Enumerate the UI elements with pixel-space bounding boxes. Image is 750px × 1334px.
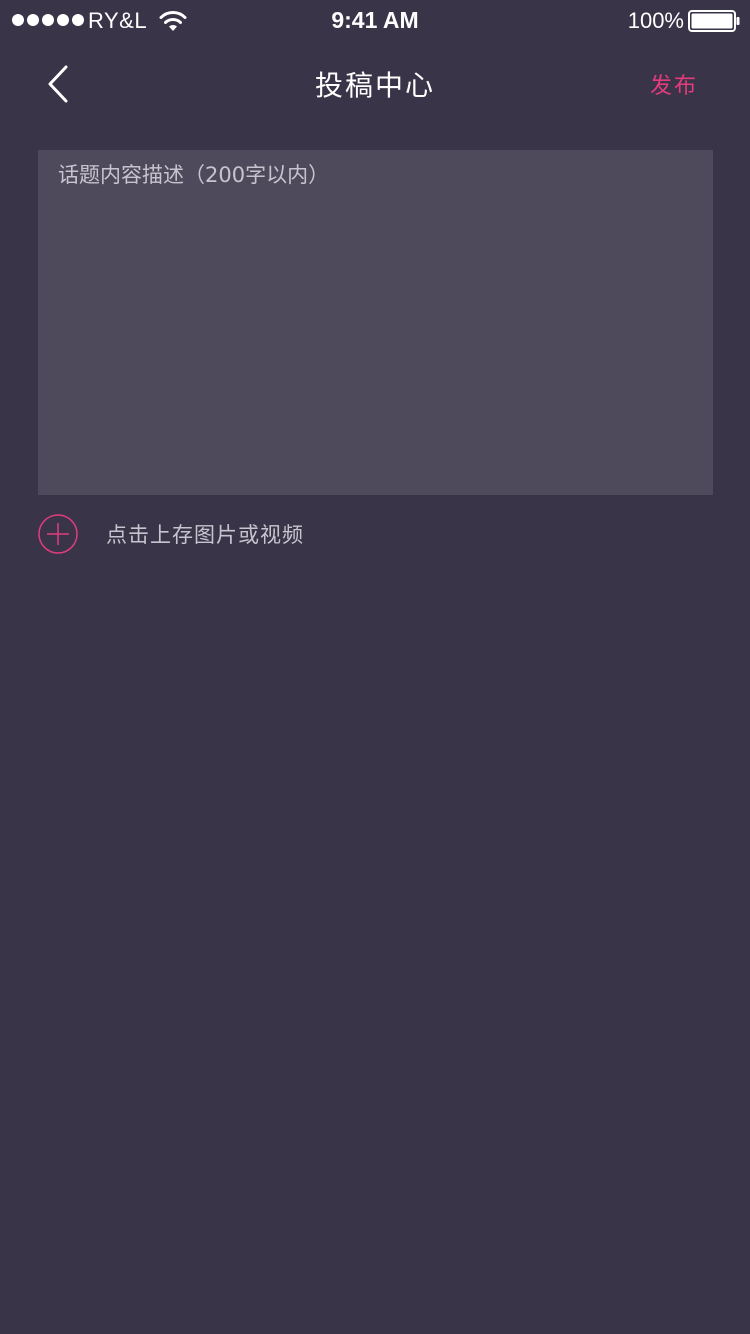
plus-circle-icon: [38, 514, 78, 554]
description-box: [38, 150, 713, 495]
upload-media-button[interactable]: 点击上存图片或视频: [38, 514, 304, 554]
publish-button[interactable]: 发布: [650, 68, 698, 100]
upload-label: 点击上存图片或视频: [106, 523, 304, 547]
battery-icon: [688, 10, 740, 32]
nav-bar: 投稿中心 发布: [0, 40, 750, 128]
description-input[interactable]: [58, 160, 693, 485]
status-bar: RY&L 9:41 AM 100%: [0, 0, 750, 40]
page-title: 投稿中心: [314, 69, 435, 102]
battery-percent: 100%: [627, 8, 684, 33]
